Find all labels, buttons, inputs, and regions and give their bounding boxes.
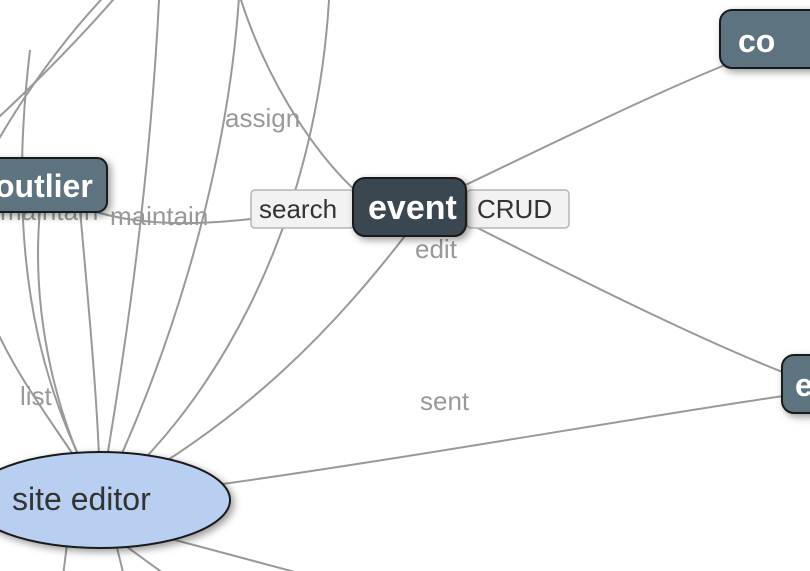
- edge-label-list: list: [20, 381, 53, 411]
- tag-crud-label: CRUD: [477, 194, 552, 224]
- tag-search-label: search: [259, 194, 337, 224]
- node-tag-crud[interactable]: CRUD: [467, 190, 569, 228]
- edge-co: [455, 55, 750, 190]
- edge: [100, 0, 160, 500]
- edge-sent: [180, 395, 790, 490]
- edge-label-assign: assign: [225, 103, 300, 133]
- node-event[interactable]: event: [353, 178, 466, 236]
- node-outlier[interactable]: outlier: [0, 158, 107, 212]
- node-co-label: co: [738, 23, 775, 59]
- node-e-label: e: [795, 367, 810, 403]
- node-event-label: event: [368, 189, 457, 227]
- edge-label-edit: edit: [415, 234, 458, 264]
- edge-e: [462, 220, 790, 375]
- node-co[interactable]: co: [720, 10, 810, 68]
- edge: [0, 80, 100, 500]
- node-site-editor[interactable]: site editor: [0, 452, 230, 548]
- edge-label-sent: sent: [420, 386, 470, 416]
- edge-assign: [235, 0, 360, 195]
- edge: [0, 0, 130, 170]
- node-tag-search[interactable]: search: [251, 190, 354, 228]
- graph-canvas[interactable]: assign maintain maintain list sent edit …: [0, 0, 810, 571]
- node-e[interactable]: e: [782, 355, 810, 413]
- edge-labels-group: assign maintain maintain list sent edit: [0, 103, 470, 416]
- edge-label-maintain2: maintain: [110, 201, 208, 231]
- node-outlier-label: outlier: [0, 168, 93, 204]
- edge: [22, 50, 100, 500]
- node-site-editor-label: site editor: [12, 481, 151, 517]
